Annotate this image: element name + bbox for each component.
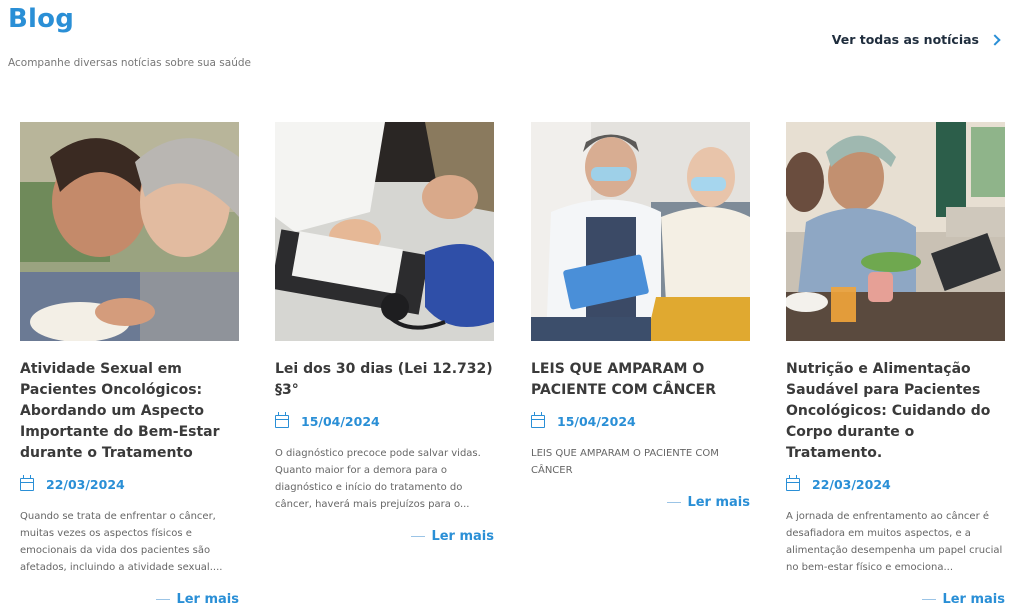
post-excerpt: A jornada de enfrentamento ao câncer é d… — [786, 511, 1003, 573]
calendar-icon — [531, 411, 545, 428]
post-image-doctor-patient[interactable] — [531, 122, 750, 341]
calendar-icon — [275, 411, 289, 428]
post-excerpt: LEIS QUE AMPARAM O PACIENTE COM CÂNCER — [531, 448, 719, 476]
post-date-row: 15/04/2024 — [275, 411, 494, 431]
post-date-row: 22/03/2024 — [20, 474, 239, 494]
post-title[interactable]: LEIS QUE AMPARAM O PACIENTE COM CÂNCER — [531, 359, 750, 401]
read-more-link[interactable]: Ler mais — [531, 495, 750, 510]
read-more-label: Ler mais — [176, 592, 239, 604]
read-more-label: Ler mais — [942, 592, 1005, 604]
see-all-news-link[interactable]: Ver todas as notícias — [832, 32, 1003, 47]
blog-card: Lei dos 30 dias (Lei 12.732) §3° 15/04/2… — [275, 122, 494, 544]
post-image-consultation[interactable] — [275, 122, 494, 341]
dash-icon — [667, 502, 682, 503]
read-more-link[interactable]: Ler mais — [20, 592, 239, 604]
read-more-link[interactable]: Ler mais — [275, 529, 494, 544]
post-date-row: 15/04/2024 — [531, 411, 750, 431]
post-image-couple[interactable] — [20, 122, 239, 341]
calendar-icon — [20, 474, 34, 491]
post-date: 22/03/2024 — [812, 476, 891, 492]
post-image-healthy-meal[interactable] — [786, 122, 1005, 341]
post-date: 15/04/2024 — [301, 413, 380, 429]
blog-card: LEIS QUE AMPARAM O PACIENTE COM CÂNCER 1… — [531, 122, 750, 510]
chevron-right-icon — [989, 33, 1001, 46]
dash-icon — [411, 536, 426, 537]
post-excerpt: Quando se trata de enfrentar o câncer, m… — [20, 511, 223, 573]
read-more-label: Ler mais — [687, 495, 750, 510]
post-title[interactable]: Atividade Sexual em Pacientes Oncológico… — [20, 359, 239, 464]
blog-card: Atividade Sexual em Pacientes Oncológico… — [20, 122, 239, 604]
read-more-label: Ler mais — [431, 529, 494, 544]
blog-card: Nutrição e Alimentação Saudável para Pac… — [786, 122, 1005, 604]
post-excerpt: O diagnóstico precoce pode salvar vidas.… — [275, 448, 481, 510]
page-title: Blog — [8, 4, 75, 34]
post-date: 22/03/2024 — [46, 476, 125, 492]
post-date-row: 22/03/2024 — [786, 474, 1005, 494]
blog-header: Blog Acompanhe diversas notícias sobre s… — [8, 0, 1003, 80]
calendar-icon — [786, 474, 800, 491]
dash-icon — [922, 599, 937, 600]
see-all-news-label: Ver todas as notícias — [831, 32, 979, 47]
page-subtitle: Acompanhe diversas notícias sobre sua sa… — [8, 57, 251, 69]
post-date: 15/04/2024 — [557, 413, 636, 429]
post-title[interactable]: Lei dos 30 dias (Lei 12.732) §3° — [275, 359, 494, 401]
dash-icon — [156, 599, 171, 600]
post-title[interactable]: Nutrição e Alimentação Saudável para Pac… — [786, 359, 1005, 464]
read-more-link[interactable]: Ler mais — [786, 592, 1005, 604]
